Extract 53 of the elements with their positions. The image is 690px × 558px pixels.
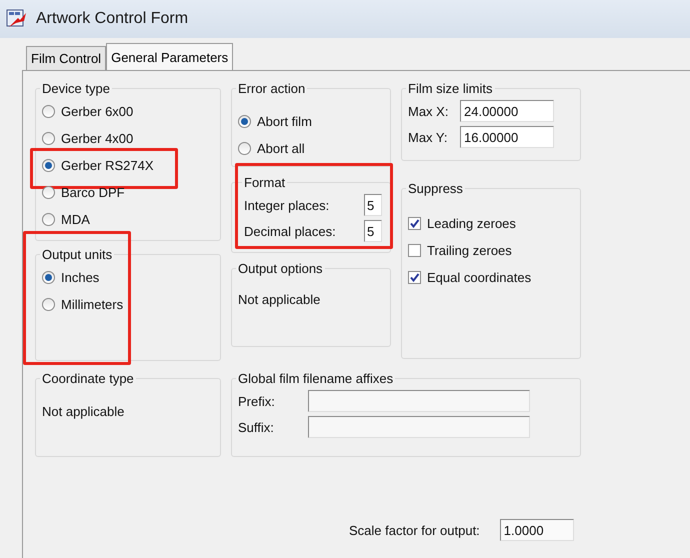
option-label: Inches: [61, 270, 100, 285]
option-label: Abort all: [257, 141, 305, 156]
group-title: Global film filename affixes: [237, 371, 394, 386]
app-icon: [6, 9, 28, 29]
input-field[interactable]: 24.00000: [460, 100, 554, 122]
group-title: Output options: [237, 261, 324, 276]
group-title: Film size limits: [407, 81, 494, 96]
radio-button[interactable]: [42, 159, 55, 172]
field-label: Scale factor for output:: [349, 522, 480, 538]
info-text: Not applicable: [42, 403, 126, 419]
field-label: Suffix:: [238, 420, 275, 434]
option-label: Barco DPF: [61, 185, 125, 200]
radio-button[interactable]: [42, 298, 55, 311]
field-label: Prefix:: [238, 394, 276, 408]
radio-button[interactable]: [42, 186, 55, 199]
option-label: Abort film: [257, 114, 312, 129]
group-title: Format: [243, 175, 286, 190]
tab[interactable]: General Parameters: [106, 43, 234, 71]
option-label: Trailing zeroes: [427, 243, 512, 258]
field-label: Decimal places:: [244, 224, 336, 238]
radio-button[interactable]: [42, 213, 55, 226]
option-label: Gerber RS274X: [61, 158, 154, 173]
radio-button[interactable]: [238, 115, 251, 128]
option-label: Equal coordinates: [427, 270, 532, 285]
input-field[interactable]: 5: [364, 194, 382, 216]
group-title: Error action: [237, 81, 306, 96]
group-title: Output units: [41, 247, 114, 262]
input-field[interactable]: 5: [364, 220, 382, 242]
option-label: Leading zeroes: [427, 216, 516, 231]
radio-button[interactable]: [238, 142, 251, 155]
checkbox[interactable]: [408, 244, 421, 257]
field-label: Max X:: [408, 104, 450, 118]
input-field[interactable]: 16.00000: [460, 126, 554, 148]
group-title: Coordinate type: [41, 371, 135, 386]
group-title: Device type: [41, 81, 111, 96]
checkbox[interactable]: [408, 271, 421, 284]
option-label: Millimeters: [61, 297, 124, 312]
radio-button[interactable]: [42, 271, 55, 284]
checkbox[interactable]: [408, 217, 421, 230]
option-label: MDA: [61, 212, 90, 227]
option-label: Gerber 6x00: [61, 104, 134, 119]
field-label: Max Y:: [408, 130, 449, 144]
input-field[interactable]: [308, 390, 530, 412]
option-label: Gerber 4x00: [61, 131, 134, 146]
tab[interactable]: Film Control: [26, 46, 106, 70]
input-field[interactable]: [308, 416, 530, 438]
radio-button[interactable]: [42, 105, 55, 118]
window-title: Artwork Control Form: [36, 10, 188, 28]
info-text: Not applicable: [238, 291, 322, 307]
input-field[interactable]: 1.0000: [500, 519, 574, 541]
field-label: Integer places:: [244, 198, 330, 212]
radio-button[interactable]: [42, 132, 55, 145]
group-title: Suppress: [407, 181, 464, 196]
